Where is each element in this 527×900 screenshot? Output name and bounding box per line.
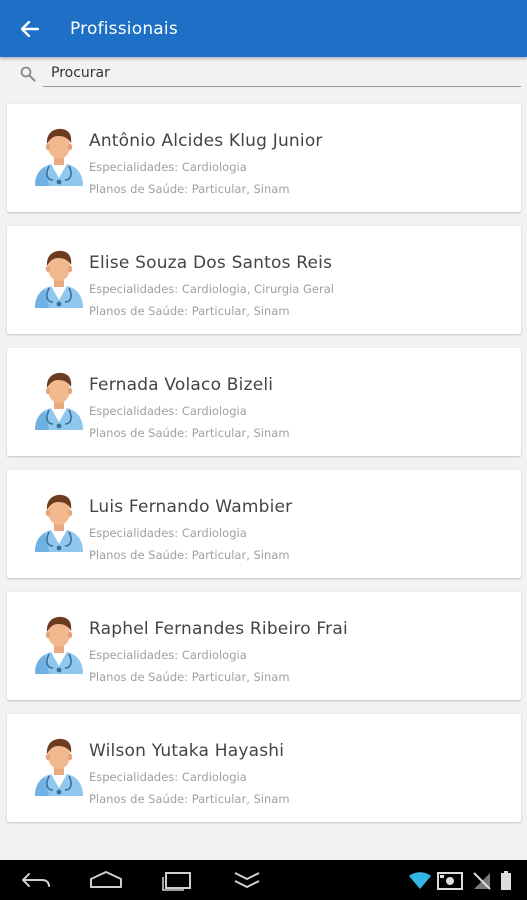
professional-name: Wilson Yutaka Hayashi	[89, 741, 285, 761]
professional-plans: Planos de Saúde: Particular, Sinam	[89, 426, 290, 440]
professional-name: Antônio Alcides Klug Junior	[89, 131, 323, 151]
professional-specialties: Especialidades: Cardiologia	[89, 770, 247, 784]
professional-card[interactable]: Fernada Volaco Bizeli Especialidades: Ca…	[7, 348, 521, 456]
screenshot-icon	[437, 872, 463, 890]
system-nav-bar	[0, 860, 527, 900]
doctor-avatar-icon	[35, 738, 83, 796]
professional-card[interactable]: Luis Fernando Wambier Especialidades: Ca…	[7, 470, 521, 578]
doctor-avatar-icon	[35, 494, 83, 552]
professional-specialties: Especialidades: Cardiologia	[89, 526, 247, 540]
professional-card[interactable]: Elise Souza Dos Santos Reis Especialidad…	[7, 226, 521, 334]
doctor-avatar-icon	[35, 128, 83, 186]
professional-card[interactable]: Raphel Fernandes Ribeiro Frai Especialid…	[7, 592, 521, 700]
arrow-left-icon	[21, 20, 39, 37]
professional-plans: Planos de Saúde: Particular, Sinam	[89, 670, 290, 684]
wifi-icon	[409, 872, 431, 889]
professional-specialties: Especialidades: Cardiologia	[89, 648, 247, 662]
home-nav-icon[interactable]	[88, 868, 124, 892]
search-input[interactable]	[43, 59, 521, 87]
doctor-avatar-icon	[35, 250, 83, 308]
back-nav-icon[interactable]	[20, 868, 52, 892]
doctor-avatar-icon	[35, 372, 83, 430]
menu-nav-icon[interactable]	[232, 868, 262, 892]
app-bar: Profissionais	[0, 0, 527, 57]
professional-name: Fernada Volaco Bizeli	[89, 375, 274, 395]
professional-name: Luis Fernando Wambier	[89, 497, 293, 517]
professional-plans: Planos de Saúde: Particular, Sinam	[89, 548, 290, 562]
battery-icon	[501, 871, 511, 890]
recent-apps-nav-icon[interactable]	[160, 868, 194, 892]
no-signal-icon	[473, 872, 491, 890]
professional-plans: Planos de Saúde: Particular, Sinam	[89, 182, 290, 196]
professional-card[interactable]: Antônio Alcides Klug Junior Especialidad…	[7, 104, 521, 212]
doctor-avatar-icon	[35, 616, 83, 674]
back-button[interactable]	[0, 0, 60, 57]
professional-name: Raphel Fernandes Ribeiro Frai	[89, 619, 348, 639]
search-icon	[20, 66, 36, 82]
professional-plans: Planos de Saúde: Particular, Sinam	[89, 304, 290, 318]
professional-specialties: Especialidades: Cardiologia, Cirurgia Ge…	[89, 282, 334, 296]
professional-specialties: Especialidades: Cardiologia	[89, 404, 247, 418]
page-title: Profissionais	[70, 18, 178, 39]
professional-name: Elise Souza Dos Santos Reis	[89, 253, 333, 273]
professional-specialties: Especialidades: Cardiologia	[89, 160, 247, 174]
professional-card[interactable]: Wilson Yutaka Hayashi Especialidades: Ca…	[7, 714, 521, 822]
professional-plans: Planos de Saúde: Particular, Sinam	[89, 792, 290, 806]
search-bar	[0, 57, 527, 91]
